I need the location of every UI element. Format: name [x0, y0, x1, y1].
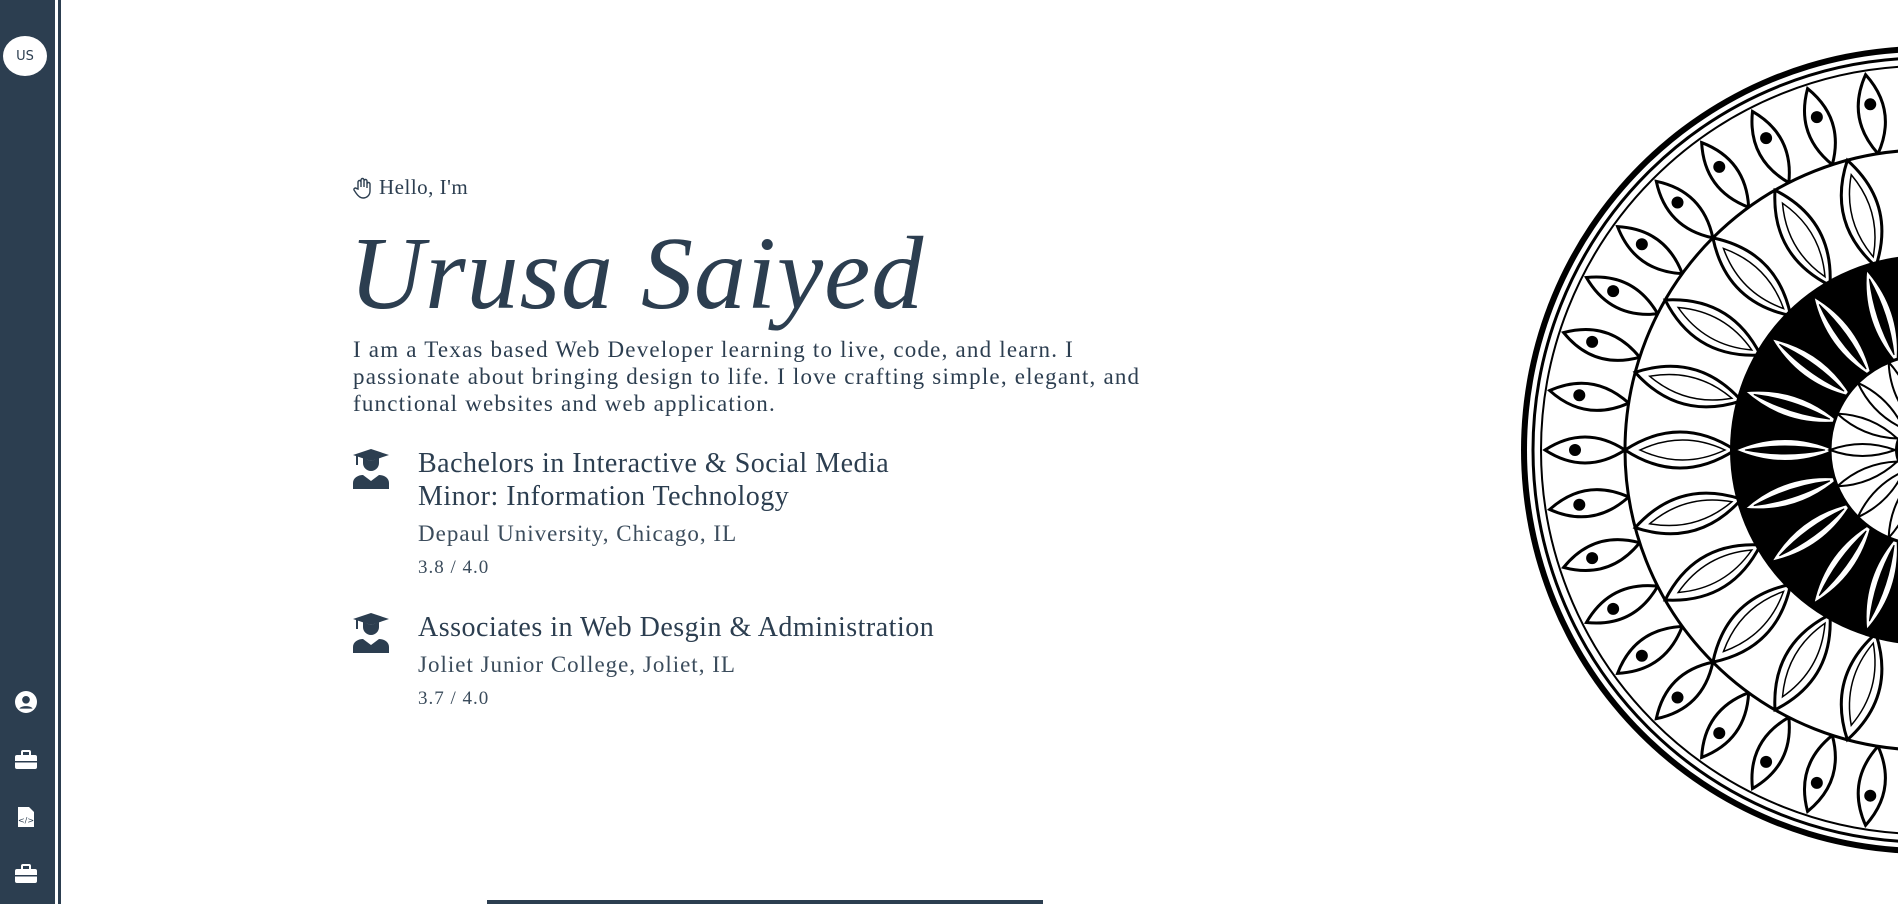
- greeting-text: Hello, I'm: [379, 175, 469, 199]
- nav-about[interactable]: [12, 688, 40, 716]
- user-circle-icon: [15, 691, 37, 713]
- avatar[interactable]: US: [3, 36, 47, 76]
- code-file-icon: </>: [18, 807, 34, 827]
- nav-experience[interactable]: [12, 746, 40, 774]
- gpa: 3.8 / 4.0: [418, 557, 490, 578]
- intro-section: Hello, I'm Urusa Saiyed I am a Texas bas…: [349, 175, 1153, 710]
- briefcase-icon: [15, 864, 37, 883]
- education-item: Associates in Web Desgin & Administratio…: [353, 611, 1153, 710]
- school-name: Joliet Junior College, Joliet, IL: [418, 652, 736, 677]
- degree-title: Associates in Web Desgin & Administratio…: [418, 612, 935, 643]
- page-title: Urusa Saiyed: [349, 216, 925, 331]
- graduate-icon: [353, 449, 389, 489]
- briefcase-icon: [15, 750, 37, 769]
- bio: I am a Texas based Web Developer learnin…: [353, 337, 1141, 416]
- graduate-icon: [353, 613, 389, 653]
- sidebar: US </>: [0, 0, 58, 904]
- nav-projects[interactable]: </>: [12, 803, 40, 831]
- school-name: Depaul University, Chicago, IL: [418, 521, 738, 546]
- gpa: 3.7 / 4.0: [418, 688, 490, 709]
- nav-work[interactable]: [12, 860, 40, 888]
- greeting: Hello, I'm: [353, 175, 1153, 200]
- mandala-illustration: [1521, 46, 1898, 854]
- svg-text:</>: </>: [18, 816, 34, 825]
- scrollbar[interactable]: [487, 900, 1043, 904]
- education-item: Bachelors in Interactive & Social Media …: [353, 447, 1153, 579]
- degree-title: Bachelors in Interactive & Social Media: [418, 448, 890, 479]
- degree-minor: Minor: Information Technology: [418, 481, 790, 512]
- hand-wave-icon: [353, 177, 371, 199]
